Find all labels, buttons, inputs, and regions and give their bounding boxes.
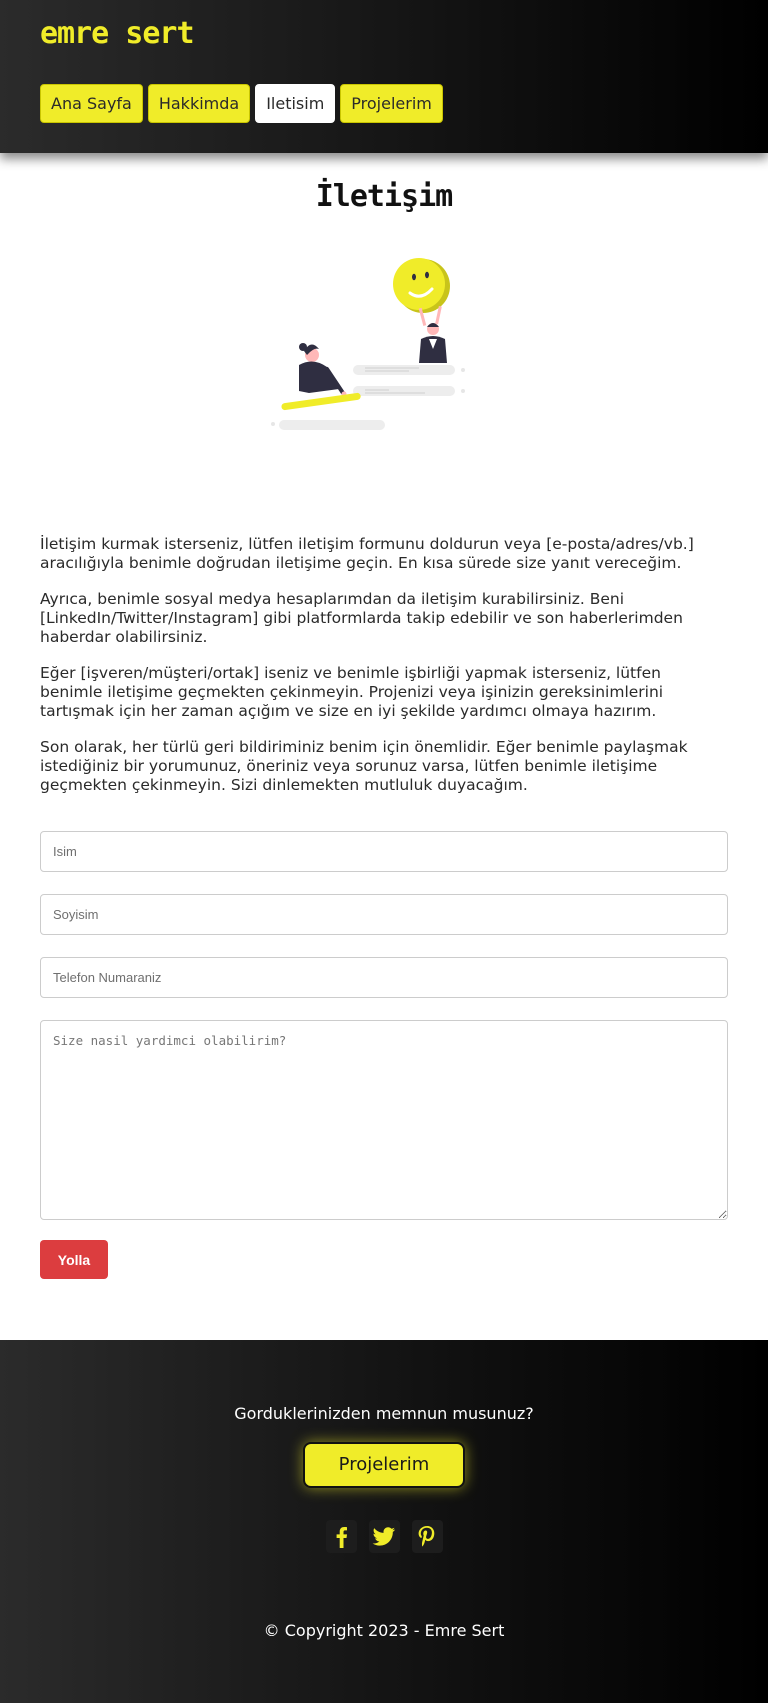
- projects-cta-button[interactable]: Projelerim: [303, 1442, 465, 1488]
- site-footer: Gorduklerinizden memnun musunuz? Projele…: [0, 1340, 768, 1703]
- submit-button[interactable]: Yolla: [40, 1240, 108, 1279]
- contact-illustration: [271, 258, 465, 430]
- copyright-text: © Copyright 2023 - Emre Sert: [263, 1621, 505, 1640]
- contact-form: Yolla: [0, 831, 768, 1279]
- nav-item-ana-sayfa[interactable]: Ana Sayfa: [40, 84, 143, 123]
- intro-text: İletişim kurmak isterseniz, lütfen ileti…: [0, 535, 768, 795]
- pinterest-icon[interactable]: [411, 1520, 443, 1553]
- main-nav: Ana Sayfa Hakkimda Iletisim Projelerim: [40, 84, 728, 123]
- twitter-icon[interactable]: [368, 1520, 400, 1553]
- nav-item-hakkimda[interactable]: Hakkimda: [147, 84, 251, 123]
- last-name-field[interactable]: [40, 894, 728, 935]
- nav-item-projelerim[interactable]: Projelerim: [340, 84, 443, 123]
- message-field[interactable]: [40, 1020, 728, 1220]
- social-links: [0, 1520, 768, 1553]
- intro-paragraph-3: Eğer [işveren/müşteri/ortak] iseniz ve b…: [40, 664, 664, 720]
- page-title: İletişim: [315, 179, 454, 214]
- footer-question: Gorduklerinizden memnun musunuz?: [234, 1404, 534, 1423]
- site-header: emre sert Ana Sayfa Hakkimda Iletisim Pr…: [0, 0, 768, 153]
- intro-paragraph-2: Ayrıca, benimle sosyal medya hesaplarımd…: [40, 590, 683, 646]
- first-name-field[interactable]: [40, 831, 728, 872]
- nav-item-iletisim[interactable]: Iletisim: [255, 84, 336, 123]
- brand-logo[interactable]: emre sert: [40, 16, 728, 56]
- main-content: İletişim İletişim kurmak isterseniz, lüt…: [0, 179, 768, 1279]
- intro-paragraph-1: İletişim kurmak isterseniz, lütfen ileti…: [40, 535, 694, 572]
- phone-field[interactable]: [40, 957, 728, 998]
- facebook-icon[interactable]: [325, 1520, 357, 1553]
- intro-paragraph-4: Son olarak, her türlü geri bildiriminiz …: [40, 738, 688, 794]
